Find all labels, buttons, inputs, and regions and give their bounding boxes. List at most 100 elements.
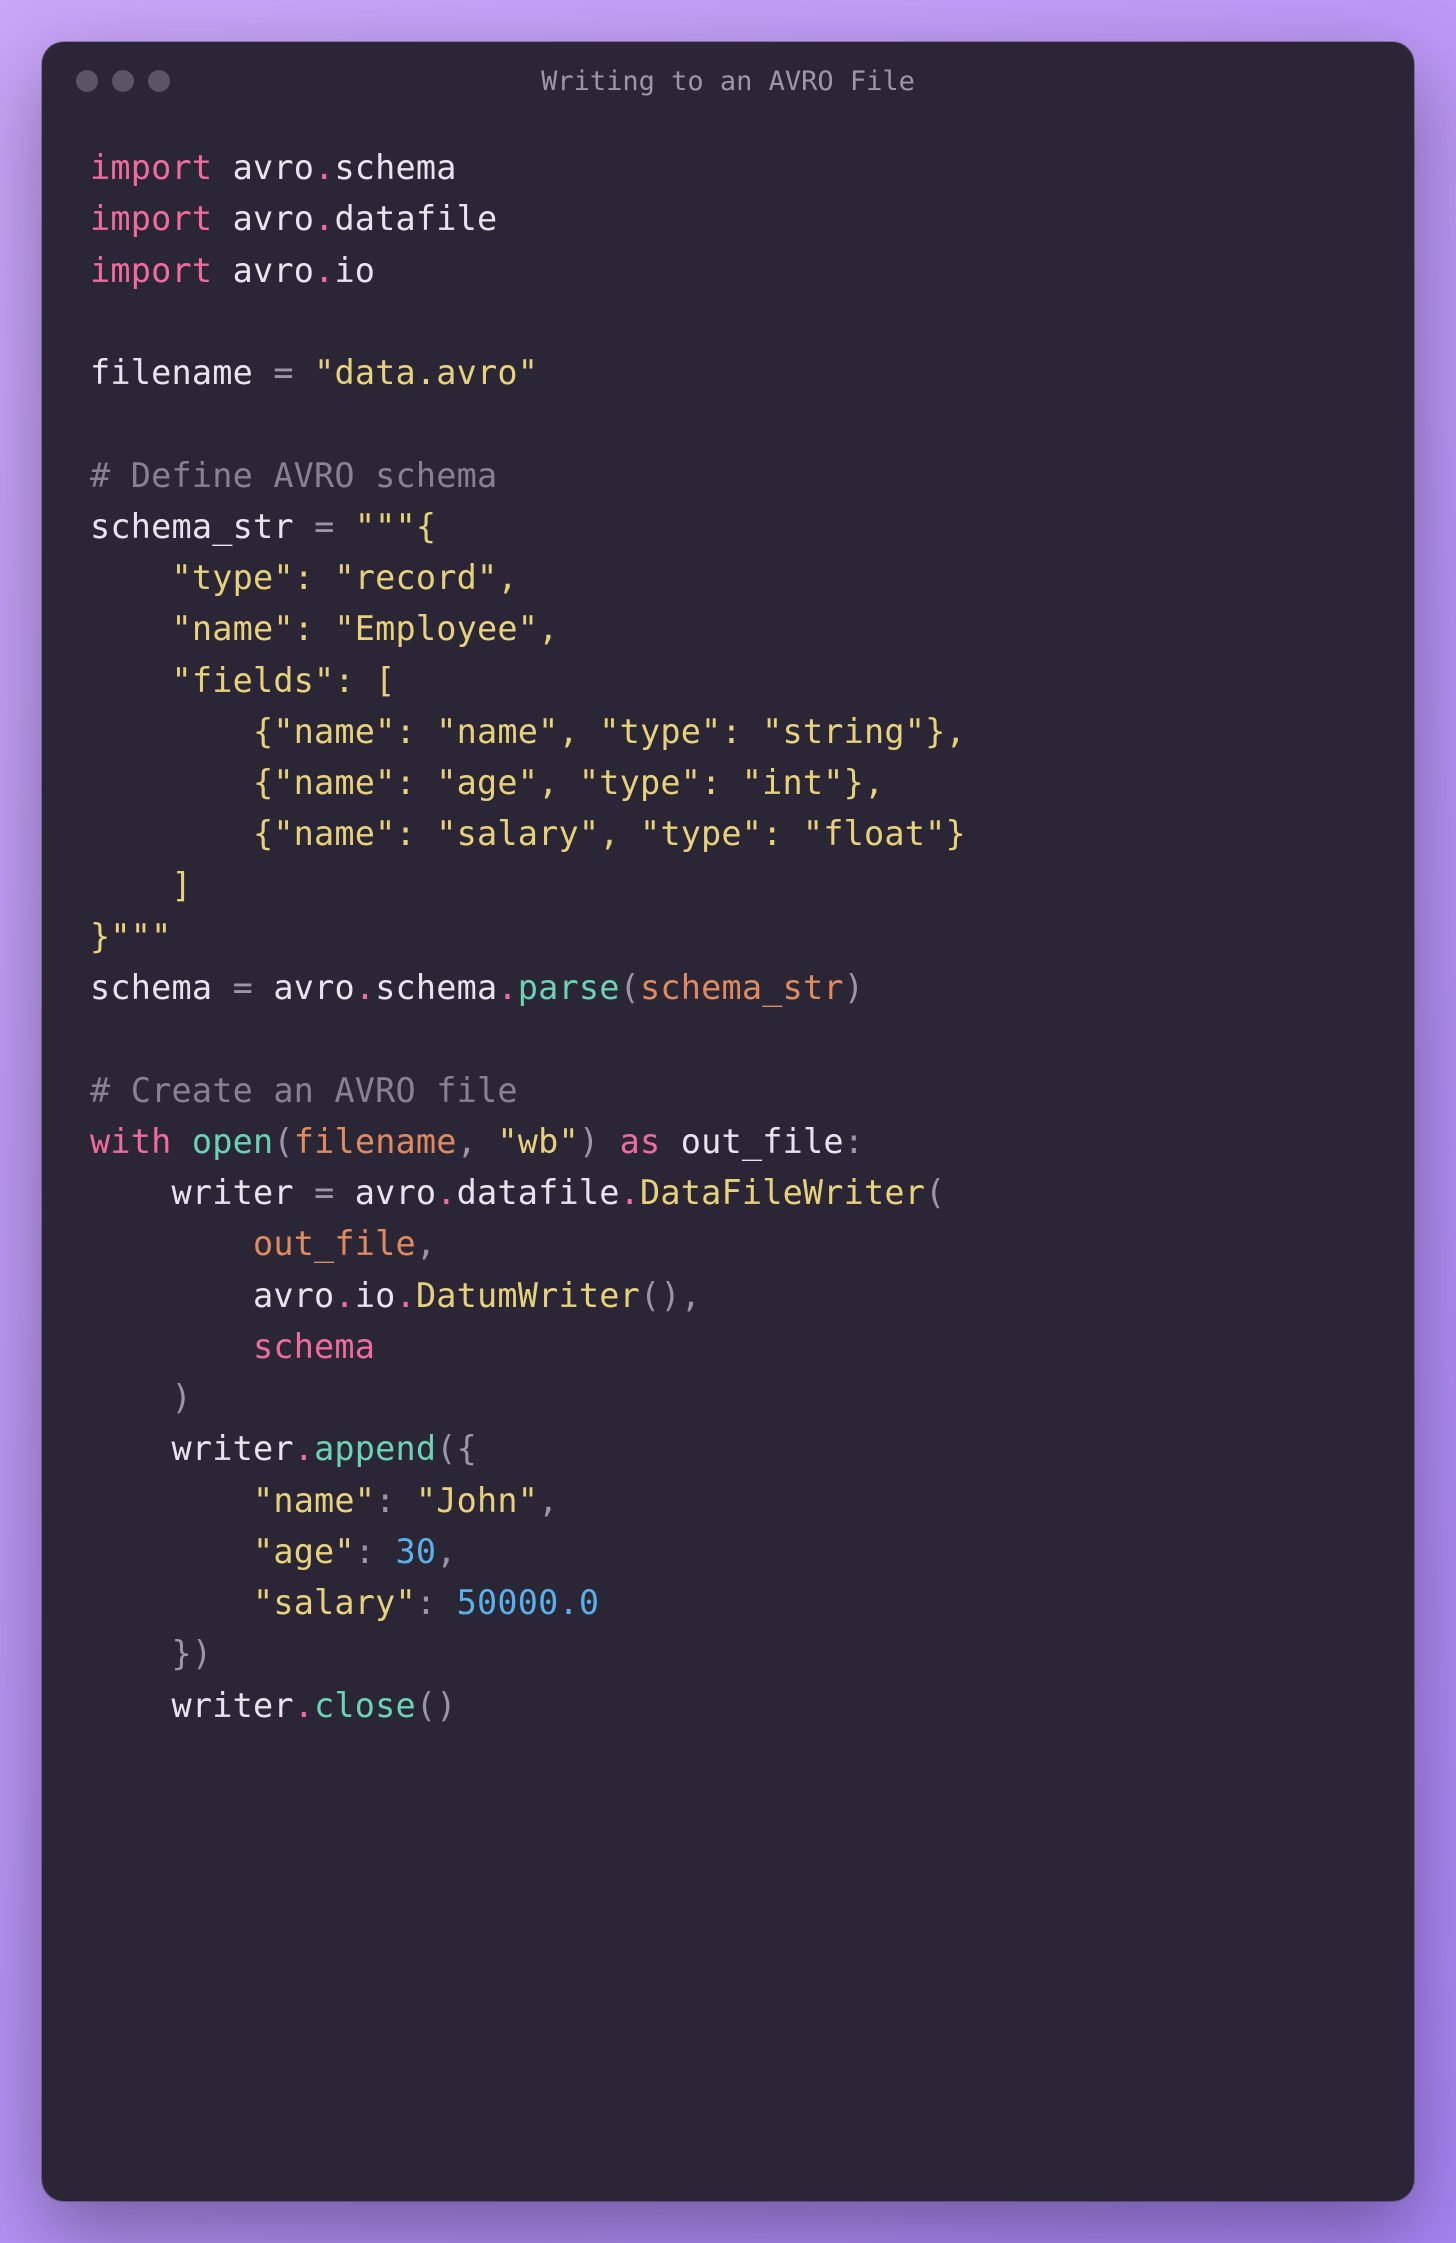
code-token: . (294, 1686, 314, 1725)
code-line: filename = "data.avro" (90, 347, 1366, 398)
code-token: . (436, 1173, 456, 1212)
code-token: = (314, 507, 334, 546)
code-token: schema (90, 968, 233, 1007)
code-line: }""" (90, 911, 1366, 962)
code-token: . (334, 1276, 354, 1315)
code-token: : (844, 1122, 864, 1161)
code-token: io (334, 251, 375, 290)
code-line: out_file, (90, 1218, 1366, 1269)
code-token (90, 1532, 253, 1571)
code-line: ) (90, 1372, 1366, 1423)
code-token: . (314, 251, 334, 290)
code-token: out_file (253, 1224, 416, 1263)
code-token: {"name": "age", "type": "int"}, (90, 763, 884, 802)
code-token: avro (212, 148, 314, 187)
titlebar: Writing to an AVRO File (42, 42, 1414, 102)
minimize-icon[interactable] (112, 70, 134, 92)
code-token: . (396, 1276, 416, 1315)
code-token: , (416, 1224, 436, 1263)
code-token (90, 1378, 171, 1417)
code-line: "name": "John", (90, 1475, 1366, 1526)
code-token: "type": "record", (90, 558, 518, 597)
code-line: ] (90, 860, 1366, 911)
code-token: datafile (457, 1173, 620, 1212)
code-token: """{ (355, 507, 436, 546)
code-token: : (375, 1481, 416, 1520)
code-token: "data.avro" (314, 353, 538, 392)
code-token: avro (334, 1173, 436, 1212)
code-token: schema_str (640, 968, 844, 1007)
code-token: DataFileWriter (640, 1173, 925, 1212)
code-token: . (314, 199, 334, 238)
code-token: ] (90, 866, 192, 905)
code-token: avro (90, 1276, 334, 1315)
code-token: ) (844, 968, 864, 1007)
code-line (90, 1013, 1366, 1064)
code-token: writer (90, 1686, 294, 1725)
code-token: writer (90, 1429, 294, 1468)
code-token: "name" (253, 1481, 375, 1520)
code-token: schema_str (90, 507, 314, 546)
code-token: schema (253, 1327, 375, 1366)
code-line: {"name": "salary", "type": "float"} (90, 808, 1366, 859)
code-token: filename (90, 353, 273, 392)
code-token: io (355, 1276, 396, 1315)
code-token: "fields": [ (90, 661, 396, 700)
code-line: writer.close() (90, 1680, 1366, 1731)
code-token: . (294, 1429, 314, 1468)
code-token: avro (253, 968, 355, 1007)
code-token: {"name": "salary", "type": "float"} (90, 814, 966, 853)
maximize-icon[interactable] (148, 70, 170, 92)
code-token: avro (212, 199, 314, 238)
code-token: append (314, 1429, 436, 1468)
code-token (599, 1122, 619, 1161)
code-line: {"name": "name", "type": "string"}, (90, 706, 1366, 757)
code-token: . (355, 968, 375, 1007)
code-token: "name": "Employee", (90, 609, 558, 648)
code-token: : (355, 1532, 396, 1571)
code-token: with (90, 1122, 171, 1161)
close-icon[interactable] (76, 70, 98, 92)
code-token: ) (171, 1378, 191, 1417)
code-token: () (416, 1686, 457, 1725)
code-token: }) (171, 1634, 212, 1673)
code-token: ) (579, 1122, 599, 1161)
code-token: = (314, 1173, 334, 1212)
code-line: "type": "record", (90, 552, 1366, 603)
code-token: , (538, 1481, 558, 1520)
code-token: ({ (436, 1429, 477, 1468)
code-token (294, 353, 314, 392)
code-token (171, 1122, 191, 1161)
code-token (90, 1634, 171, 1673)
code-token: open (192, 1122, 273, 1161)
code-token: : (416, 1583, 457, 1622)
code-line (90, 296, 1366, 347)
code-token: 50000.0 (457, 1583, 600, 1622)
code-token: writer (90, 1173, 314, 1212)
code-block: import avro.schemaimport avro.datafileim… (42, 102, 1414, 1779)
code-token: # Define AVRO schema (90, 456, 497, 495)
code-token: # Create an AVRO file (90, 1071, 518, 1110)
code-token (90, 1224, 253, 1263)
code-token (90, 1583, 253, 1622)
code-line: "name": "Employee", (90, 603, 1366, 654)
code-token (334, 507, 354, 546)
code-token: }""" (90, 917, 171, 956)
code-token: = (233, 968, 253, 1007)
code-token: schema (334, 148, 456, 187)
code-token: "John" (416, 1481, 538, 1520)
code-line: # Define AVRO schema (90, 450, 1366, 501)
code-line: "salary": 50000.0 (90, 1577, 1366, 1628)
code-token: , (457, 1122, 498, 1161)
window-title: Writing to an AVRO File (42, 66, 1414, 97)
code-token: out_file (660, 1122, 843, 1161)
code-token: parse (518, 968, 620, 1007)
code-line: }) (90, 1628, 1366, 1679)
code-token: = (273, 353, 293, 392)
code-token: . (497, 968, 517, 1007)
code-token: (), (640, 1276, 701, 1315)
code-token: filename (294, 1122, 457, 1161)
code-line: {"name": "age", "type": "int"}, (90, 757, 1366, 808)
code-token: close (314, 1686, 416, 1725)
code-token: {"name": "name", "type": "string"}, (90, 712, 966, 751)
